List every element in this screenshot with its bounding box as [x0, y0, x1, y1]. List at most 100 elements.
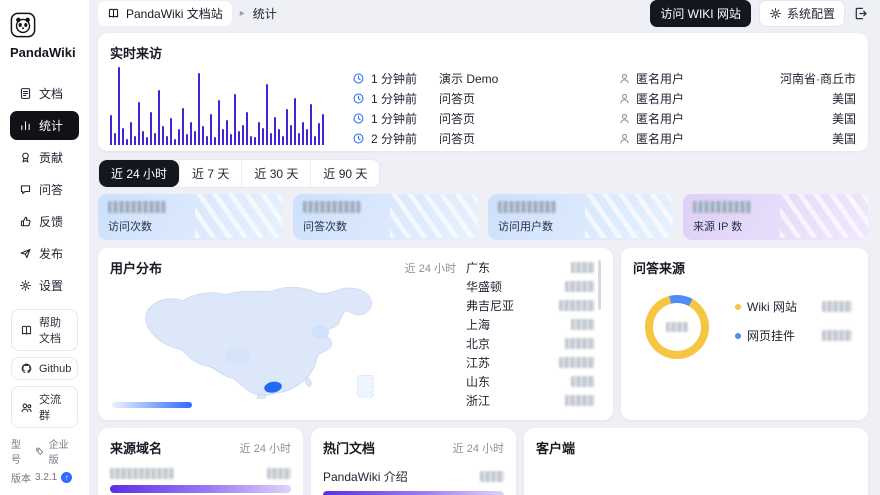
- tab-24h[interactable]: 近 24 小时: [99, 160, 179, 187]
- qa-source-body: Wiki 网站 网页挂件: [633, 277, 856, 359]
- hidden-region-value: [565, 281, 595, 292]
- qa-source-card: 问答来源 Wiki 网站 网页挂件: [621, 248, 868, 420]
- realtime-card: 实时来访 1 分钟前 演示 Demo 匿名用户 河南省·商丘市 1 分钟前 问答…: [98, 33, 868, 151]
- user-distribution-period: 近 24 小时: [405, 260, 456, 276]
- group-icon: [20, 401, 33, 414]
- footer-link-github[interactable]: Github: [11, 357, 78, 380]
- sidebar-item-statistics[interactable]: 统计: [10, 111, 79, 140]
- visit-time: 2 分钟前: [371, 130, 433, 147]
- visit-page: 问答页: [439, 110, 612, 127]
- hidden-stat-value: [108, 201, 166, 213]
- visit-user-label: 匿名用户: [636, 130, 684, 147]
- china-map[interactable]: [110, 281, 440, 399]
- region-name: 浙江: [466, 392, 490, 409]
- qa-source-title: 问答来源: [633, 258, 856, 277]
- hidden-legend-value: [822, 301, 852, 312]
- model-value: 企业版: [49, 436, 78, 466]
- person-icon: [618, 132, 631, 145]
- logout-icon[interactable]: [853, 6, 868, 21]
- hidden-region-value: [571, 319, 595, 330]
- model-row: 型号 企业版: [11, 436, 78, 466]
- contribution-icon: [19, 151, 32, 164]
- sidebar-item-publish[interactable]: 发布: [10, 239, 79, 268]
- github-icon: [20, 362, 33, 375]
- visit-time: 1 分钟前: [371, 70, 433, 87]
- visit-row[interactable]: 1 分钟前 问答页 匿名用户 美国: [352, 88, 856, 108]
- sidebar-item-label: 发布: [39, 245, 63, 262]
- qa-source-legend: Wiki 网站 网页挂件: [735, 298, 852, 356]
- publish-icon: [19, 247, 32, 260]
- map-region-taiwan: [305, 377, 313, 387]
- document-icon: [19, 87, 32, 100]
- legend-label: Wiki 网站: [747, 298, 797, 315]
- legend-item: Wiki 网站: [735, 298, 852, 315]
- hidden-region-value: [559, 300, 595, 311]
- visit-location: 美国: [744, 90, 856, 107]
- bar-chart-icon: [19, 119, 32, 132]
- clock-icon: [352, 72, 365, 85]
- map-region-hainan: [257, 394, 265, 399]
- map-color-scale: [112, 402, 192, 408]
- legend-item: 网页挂件: [735, 327, 852, 344]
- tab-7d[interactable]: 近 7 天: [179, 160, 241, 187]
- person-icon: [618, 112, 631, 125]
- gear-icon: [19, 279, 32, 292]
- south-sea-inset: [358, 375, 374, 397]
- sidebar-item-documents[interactable]: 文档: [10, 79, 79, 108]
- realtime-visit-list: 1 分钟前 演示 Demo 匿名用户 河南省·商丘市 1 分钟前 问答页 匿名用…: [352, 67, 856, 149]
- sidebar-item-feedback[interactable]: 反馈: [10, 207, 79, 236]
- sidebar-item-contribution[interactable]: 贡献: [10, 143, 79, 172]
- legend-dot: [735, 333, 741, 339]
- source-domain-period: 近 24 小时: [240, 440, 291, 456]
- visit-row[interactable]: 2 分钟前 问答页 匿名用户 美国: [352, 128, 856, 148]
- system-config-label: 系统配置: [787, 5, 835, 22]
- source-domain-title: 来源域名: [110, 438, 162, 457]
- visit-row[interactable]: 1 分钟前 问答页 匿名用户 美国: [352, 108, 856, 128]
- logo[interactable]: PandaWiki: [0, 0, 89, 64]
- source-domain-header: 来源域名 近 24 小时: [110, 438, 291, 457]
- sidebar-item-qa[interactable]: 问答: [10, 175, 79, 204]
- visit-wiki-button[interactable]: 访问 WIKI 网站: [650, 0, 751, 27]
- visit-page: 演示 Demo: [439, 70, 612, 87]
- sidebar-item-label: 统计: [39, 117, 63, 134]
- region-list[interactable]: 广东 华盛顿 弗吉尼亚 上海 北京 江苏 山东 浙江: [466, 258, 595, 410]
- hidden-stat-value: [498, 201, 556, 213]
- update-badge-icon[interactable]: [61, 472, 72, 483]
- hot-docs-title: 热门文档: [323, 438, 375, 457]
- qa-donut-chart: [645, 295, 709, 359]
- feedback-icon: [19, 215, 32, 228]
- breadcrumb-current: 统计: [253, 5, 277, 22]
- visit-user-label: 匿名用户: [636, 110, 684, 127]
- visit-time: 1 分钟前: [371, 90, 433, 107]
- hot-docs-card: 热门文档 近 24 小时 PandaWiki 介绍: [311, 428, 516, 495]
- hot-doc-row[interactable]: PandaWiki 介绍: [323, 468, 504, 485]
- version-label: 版本: [11, 470, 31, 485]
- time-range-tabs: 近 24 小时近 7 天近 30 天近 90 天: [98, 159, 380, 188]
- visit-user-label: 匿名用户: [636, 70, 684, 87]
- breadcrumb-kb[interactable]: PandaWiki 文档站: [98, 1, 232, 26]
- sidebar-menu: 文档 统计 贡献 问答 反馈 发布 设置: [0, 76, 89, 303]
- stat-label: 来源 IP 数: [693, 218, 858, 234]
- stat-card-visit-count: 访问次数: [98, 194, 283, 240]
- region-name: 山东: [466, 373, 490, 390]
- tab-30d[interactable]: 近 30 天: [241, 160, 310, 187]
- footer-link-label: 交流群: [39, 391, 69, 423]
- system-config-button[interactable]: 系统配置: [759, 0, 845, 27]
- stat-cards: 访问次数 问答次数 访问用户数 来源 IP 数: [98, 194, 868, 240]
- visit-page: 问答页: [439, 90, 612, 107]
- visit-row[interactable]: 1 分钟前 演示 Demo 匿名用户 河南省·商丘市: [352, 68, 856, 88]
- footer-link-help-docs[interactable]: 帮助文档: [11, 309, 78, 351]
- app: PandaWiki 文档 统计 贡献 问答 反馈 发布 设置 帮助文档 Gith…: [0, 0, 880, 495]
- footer-link-community[interactable]: 交流群: [11, 386, 78, 428]
- hidden-region-value: [565, 338, 595, 349]
- main: PandaWiki 文档站 ▸ 统计 访问 WIKI 网站 系统配置 实时来访: [90, 0, 880, 495]
- sidebar-item-settings[interactable]: 设置: [10, 271, 79, 300]
- tab-90d[interactable]: 近 90 天: [310, 160, 379, 187]
- gear-icon: [769, 7, 782, 20]
- hidden-stat-value: [693, 201, 751, 213]
- region-row: 弗吉尼亚: [466, 296, 595, 315]
- person-icon: [618, 72, 631, 85]
- scrollbar[interactable]: [598, 260, 601, 310]
- version-value: 3.2.1: [35, 472, 57, 483]
- sidebar-item-label: 设置: [39, 277, 63, 294]
